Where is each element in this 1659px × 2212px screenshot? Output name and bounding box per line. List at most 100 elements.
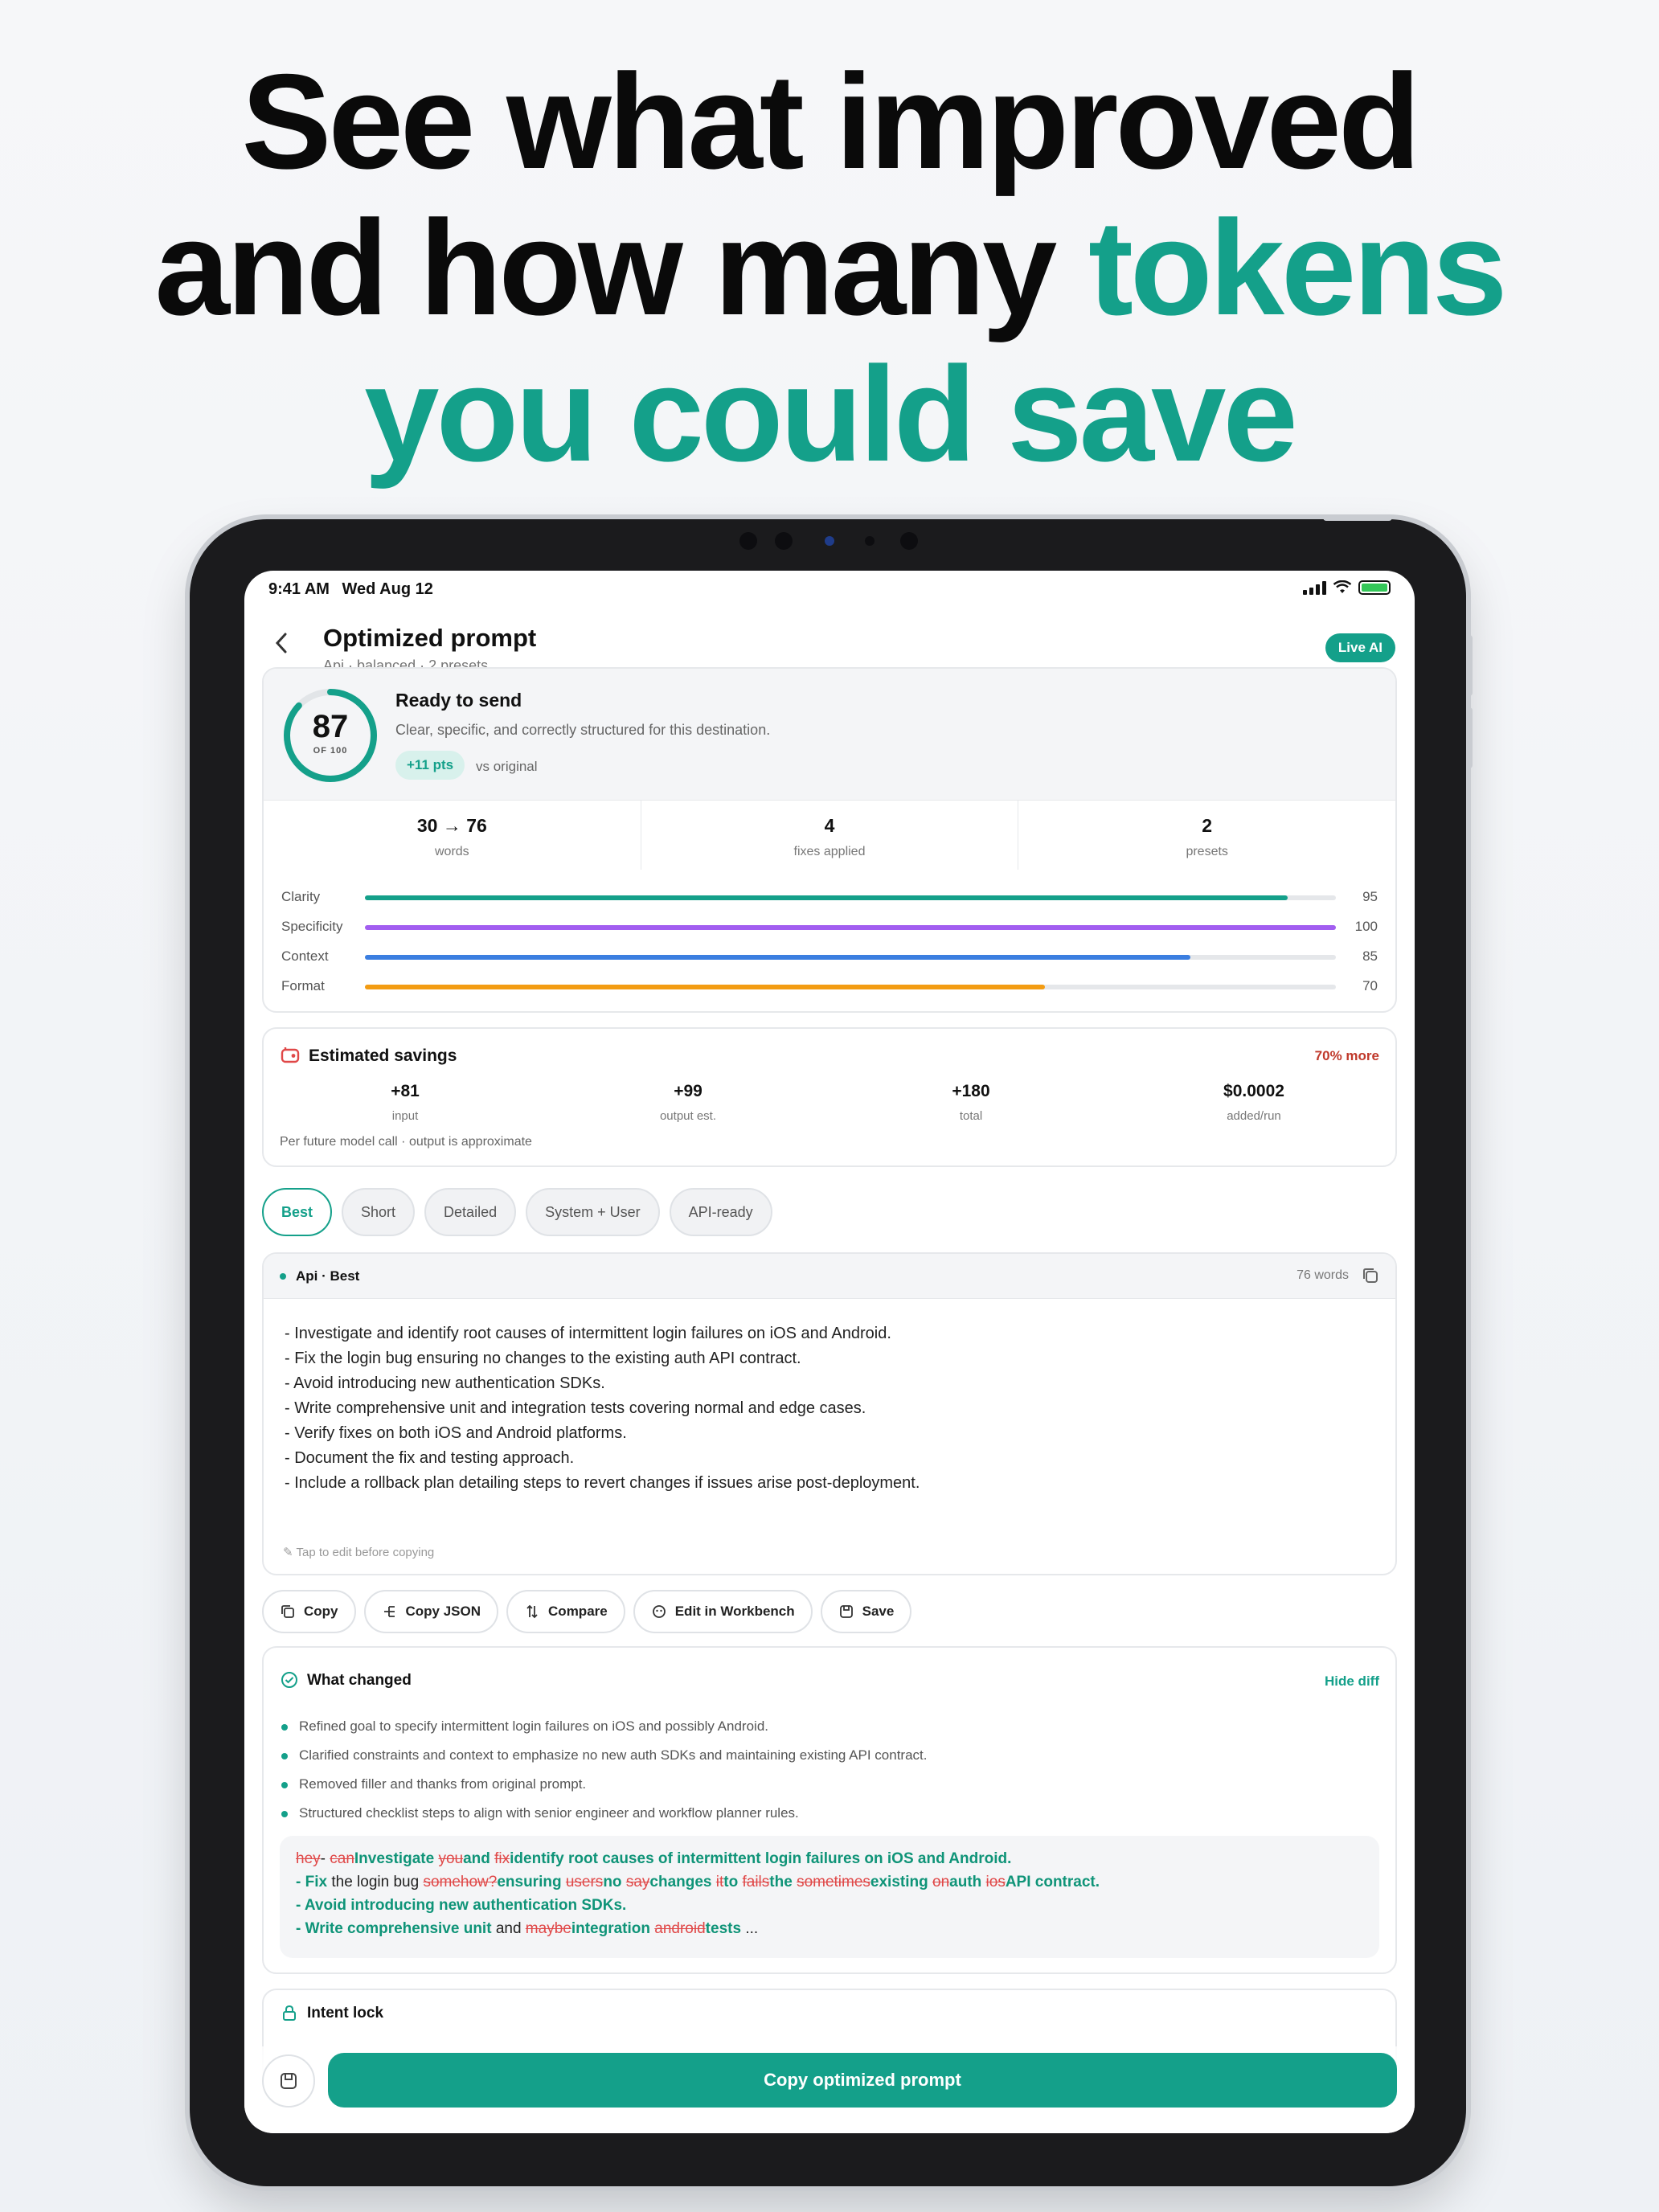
stat-label: words xyxy=(434,845,469,858)
metric-value: 85 xyxy=(1362,948,1378,964)
score-description: Clear, specific, and correctly structure… xyxy=(395,722,771,738)
metric-value: 100 xyxy=(1354,919,1378,934)
metric-fill xyxy=(365,925,1336,930)
diff-unchanged: and xyxy=(495,1920,526,1937)
savings-label: output est. xyxy=(659,1109,717,1123)
diff-added: identify root causes of intermittent log… xyxy=(510,1850,1012,1867)
tab-api-ready[interactable]: API-ready xyxy=(669,1188,772,1236)
copy-icon[interactable] xyxy=(1360,1265,1381,1286)
copy-json-button[interactable]: Copy JSON xyxy=(363,1590,499,1633)
metric-specificity: Specificity 100 xyxy=(281,914,1378,944)
diff-unchanged: the login bug xyxy=(331,1874,424,1890)
save-button-label: Save xyxy=(862,1604,895,1619)
savings-row: +81 input +99 output est. +180 total $0.… xyxy=(264,1082,1395,1123)
metric-bars: Clarity 95 Specificity 100 Context 85 Fo… xyxy=(281,884,1378,1003)
copy-button[interactable]: Copy xyxy=(262,1590,356,1633)
diff-line: hey- canInvestigate youand fixidentify r… xyxy=(296,1847,1363,1870)
savings-more-label: 70% more xyxy=(1314,1048,1379,1063)
diff-line: - Avoid introducing new authentication S… xyxy=(296,1894,1363,1917)
savings-value: +81 xyxy=(391,1082,420,1100)
app-screen: 9:41 AM Wed Aug 12 Optimized prompt Api … xyxy=(244,571,1415,2133)
tree-icon xyxy=(383,1606,395,1617)
status-dot xyxy=(280,1273,286,1280)
nav-bar: Optimized prompt Api · balanced · 2 pres… xyxy=(244,611,1415,675)
savings-icon xyxy=(281,1047,300,1063)
prompt-header: Api · Best 76 words xyxy=(264,1254,1395,1299)
change-list: Refined goal to specify intermittent log… xyxy=(281,1712,1378,1828)
prompt-line: - Verify fixes on both iOS and Android p… xyxy=(285,1424,627,1442)
hide-diff-toggle[interactable]: Hide diff xyxy=(1325,1673,1379,1690)
list-item: Removed filler and thanks from original … xyxy=(281,1770,1378,1799)
stat-value: 4 xyxy=(824,815,835,836)
copy-icon xyxy=(281,1605,294,1618)
metric-track xyxy=(365,955,1336,960)
live-ai-badge[interactable]: Live AI xyxy=(1325,633,1395,662)
save-icon xyxy=(281,2073,297,2089)
prompt-line: - Avoid introducing new authentication S… xyxy=(285,1374,605,1392)
camera-dot xyxy=(739,532,757,550)
what-changed-title: What changed xyxy=(307,1672,412,1689)
copy-button-label: Copy xyxy=(304,1604,338,1619)
prompt-text[interactable]: - Investigate and identify root causes o… xyxy=(285,1321,1374,1496)
prompt-line: - Fix the login bug ensuring no changes … xyxy=(285,1350,801,1367)
stat-presets: 2 presets xyxy=(1018,801,1395,870)
back-chevron-icon[interactable] xyxy=(273,629,289,662)
savings-total: +180 total xyxy=(830,1082,1112,1123)
tab-short[interactable]: Short xyxy=(342,1188,416,1236)
diff-deleted: maybe xyxy=(525,1920,571,1937)
list-item: Clarified constraints and context to emp… xyxy=(281,1741,1378,1770)
prompt-line: - Document the fix and testing approach. xyxy=(285,1449,575,1467)
diff-deleted: somehow? xyxy=(423,1874,498,1890)
volume-down-button xyxy=(1466,707,1473,768)
volume-up-button xyxy=(1466,635,1473,696)
bookmark-button[interactable] xyxy=(262,2054,315,2108)
metric-label: Specificity xyxy=(281,919,343,934)
copy-json-button-label: Copy JSON xyxy=(405,1604,481,1619)
diff-deleted: can xyxy=(330,1850,354,1867)
prompt-line: - Write comprehensive unit and integrati… xyxy=(285,1399,866,1417)
tab-best[interactable]: Best xyxy=(262,1188,333,1236)
savings-label: total xyxy=(959,1109,983,1123)
tab-detailed[interactable]: Detailed xyxy=(424,1188,517,1236)
savings-title: Estimated savings xyxy=(309,1047,457,1065)
compare-button[interactable]: Compare xyxy=(506,1590,625,1633)
metric-context: Context 85 xyxy=(281,944,1378,973)
score-of-label: OF 100 xyxy=(313,746,348,756)
prompt-line: - Include a rollback plan detailing step… xyxy=(285,1474,920,1492)
diff-deleted: users xyxy=(565,1874,604,1890)
diff-deleted: fix xyxy=(494,1850,510,1867)
metric-fill xyxy=(365,985,1045,989)
diff-deleted: hey xyxy=(296,1850,321,1867)
stat-label: presets xyxy=(1186,845,1228,858)
edit-hint-text: Tap to edit before copying xyxy=(296,1546,435,1559)
diff-added: to xyxy=(723,1874,743,1890)
metric-format: Format 70 xyxy=(281,973,1378,1003)
swap-icon xyxy=(526,1604,538,1619)
copy-optimized-prompt-button[interactable]: Copy optimized prompt xyxy=(328,2053,1397,2108)
metric-track xyxy=(365,985,1336,989)
metric-track xyxy=(365,925,1336,930)
diff-deleted: on xyxy=(932,1874,950,1890)
edit-in-workbench-button[interactable]: Edit in Workbench xyxy=(633,1590,813,1633)
diff-added: tests xyxy=(705,1920,746,1937)
pencil-icon: ✎ xyxy=(283,1546,293,1559)
stat-label: fixes applied xyxy=(793,845,866,858)
stat-value: 30 → 76 xyxy=(416,815,487,836)
bottom-bar: Copy optimized prompt xyxy=(244,2046,1415,2133)
score-card: 87 OF 100 Ready to send Clear, specific,… xyxy=(262,667,1397,1013)
check-circle-icon xyxy=(281,1672,297,1688)
action-buttons: Copy Copy JSON Compare Edit in Workbench… xyxy=(262,1590,912,1633)
tab-system-user[interactable]: System + User xyxy=(526,1188,660,1236)
savings-output: +99 output est. xyxy=(547,1082,830,1123)
headline-line-2-prefix: and how many xyxy=(154,192,1088,343)
metric-track xyxy=(365,895,1336,900)
prompt-line: - Investigate and identify root causes o… xyxy=(285,1325,891,1342)
diff-added: changes xyxy=(649,1874,716,1890)
preset-tabs: Best Short Detailed System + User API-re… xyxy=(262,1188,772,1236)
savings-input: +81 input xyxy=(264,1082,547,1123)
save-button[interactable]: Save xyxy=(820,1590,912,1633)
diff-view: hey- canInvestigate youand fixidentify r… xyxy=(280,1836,1379,1958)
list-item: Refined goal to specify intermittent log… xyxy=(281,1712,1378,1741)
diff-unchanged: - xyxy=(320,1850,330,1867)
diff-deleted: you xyxy=(438,1850,464,1867)
